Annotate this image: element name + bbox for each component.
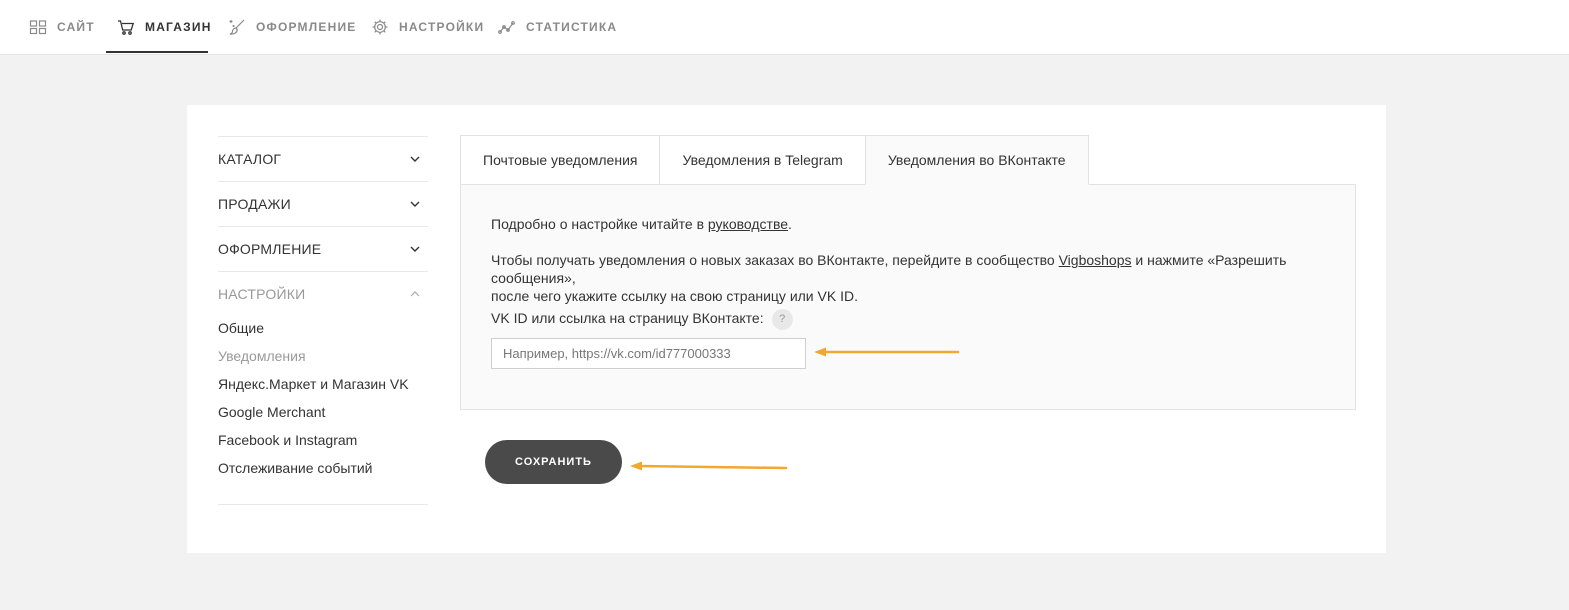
sidebar-section-design[interactable]: ОФОРМЛЕНИЕ — [218, 226, 428, 271]
nav-label: НАСТРОЙКИ — [399, 20, 485, 34]
nav-item-site[interactable]: САЙТ — [29, 0, 95, 54]
nav-item-settings[interactable]: НАСТРОЙКИ — [371, 0, 484, 54]
chevron-up-icon — [410, 291, 420, 297]
notification-tabs: Почтовые уведомления Уведомления в Teleg… — [460, 135, 1089, 185]
guide-text: Подробно о настройке читайте в руководст… — [491, 215, 792, 233]
grid-icon — [29, 18, 47, 36]
chart-icon — [498, 18, 516, 36]
help-icon[interactable]: ? — [771, 308, 793, 330]
gear-icon — [371, 18, 389, 36]
nav-item-shop[interactable]: МАГАЗИН — [117, 0, 212, 54]
field-label-text: VK ID или ссылка на страницу ВКонтакте: — [491, 310, 764, 326]
sidebar: КАТАЛОГ ПРОДАЖИ ОФОРМЛЕНИЕ НАСТРОЙКИ Общ… — [218, 136, 428, 505]
sidebar-section-label: НАСТРОЙКИ — [218, 286, 306, 302]
sidebar-item-notifications[interactable]: Уведомления — [218, 346, 428, 374]
chevron-down-icon — [410, 201, 420, 207]
sidebar-section-label: КАТАЛОГ — [218, 151, 282, 167]
vk-id-field-label: VK ID или ссылка на страницу ВКонтакте:? — [491, 306, 793, 330]
sidebar-item-google-merchant[interactable]: Google Merchant — [218, 402, 428, 430]
nav-label: СТАТИСТИКА — [526, 20, 618, 34]
tab-vk-notifications[interactable]: Уведомления во ВКонтакте — [864, 135, 1089, 185]
nav-label: МАГАЗИН — [145, 20, 212, 34]
vk-notifications-panel: Подробно о настройке читайте в руководст… — [460, 184, 1356, 410]
chevron-down-icon — [410, 156, 420, 162]
guide-link[interactable]: руководстве — [708, 216, 788, 232]
vk-id-input[interactable] — [491, 338, 806, 369]
nav-label: ОФОРМЛЕНИЕ — [256, 20, 357, 34]
guide-prefix: Подробно о настройке читайте в — [491, 216, 708, 232]
sidebar-section-catalog[interactable]: КАТАЛОГ — [218, 136, 428, 181]
save-button[interactable]: СОХРАНИТЬ — [485, 440, 622, 484]
vigboshops-link[interactable]: Vigboshops — [1059, 252, 1132, 268]
sidebar-item-yandex-market[interactable]: Яндекс.Маркет и Магазин VK — [218, 374, 428, 402]
nav-label: САЙТ — [57, 20, 95, 34]
nav-item-statistics[interactable]: СТАТИСТИКА — [498, 0, 617, 54]
sidebar-item-facebook-instagram[interactable]: Facebook и Instagram — [218, 430, 428, 458]
sidebar-item-general[interactable]: Общие — [218, 318, 428, 346]
sidebar-section-label: ПРОДАЖИ — [218, 196, 291, 212]
active-tab-indicator — [106, 51, 208, 53]
cart-icon — [117, 18, 135, 36]
sidebar-section-sales[interactable]: ПРОДАЖИ — [218, 181, 428, 226]
tab-email-notifications[interactable]: Почтовые уведомления — [460, 135, 660, 185]
settings-submenu: Общие Уведомления Яндекс.Маркет и Магази… — [218, 316, 428, 505]
chevron-down-icon — [410, 246, 420, 252]
top-navigation: САЙТ МАГАЗИН ОФОРМЛЕНИЕ НАСТРОЙКИ СТАТИС… — [0, 0, 1569, 55]
brush-icon — [228, 18, 246, 36]
sidebar-item-event-tracking[interactable]: Отслеживание событий — [218, 458, 428, 486]
instructions-text: Чтобы получать уведомления о новых заказ… — [491, 251, 1355, 305]
arrow-annotation-save — [630, 461, 788, 471]
nav-item-design[interactable]: ОФОРМЛЕНИЕ — [228, 0, 356, 54]
tab-telegram-notifications[interactable]: Уведомления в Telegram — [659, 135, 865, 185]
sidebar-section-settings[interactable]: НАСТРОЙКИ — [218, 271, 428, 316]
sidebar-section-label: ОФОРМЛЕНИЕ — [218, 241, 322, 257]
instructions-line2: после чего укажите ссылку на свою страни… — [491, 288, 858, 304]
instructions-prefix: Чтобы получать уведомления о новых заказ… — [491, 252, 1059, 268]
guide-suffix: . — [788, 216, 792, 232]
arrow-annotation-input — [814, 347, 960, 357]
